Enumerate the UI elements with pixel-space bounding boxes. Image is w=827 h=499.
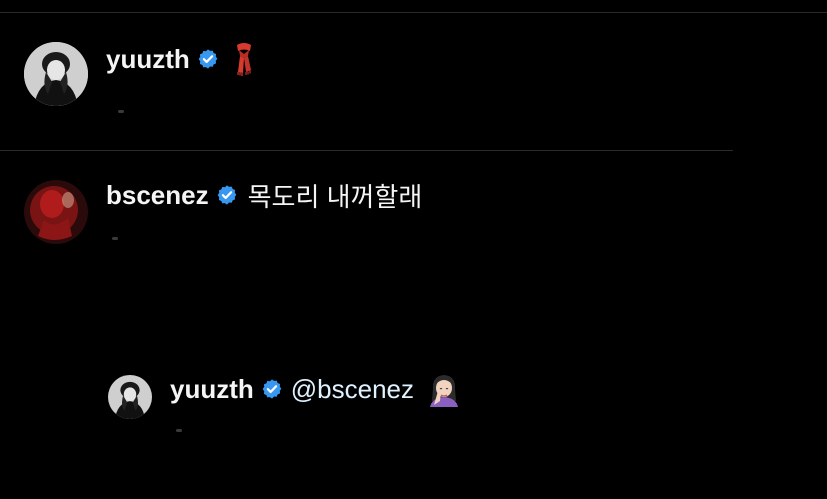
scarf-icon: [231, 42, 257, 76]
reply-meta: [176, 426, 192, 434]
avatar[interactable]: [24, 180, 88, 244]
comment-meta: [118, 106, 134, 116]
meta-placeholder: [112, 236, 118, 240]
verified-badge-icon: [216, 184, 238, 206]
comment-header: bscenez 목도리 내꺼할래: [106, 178, 422, 212]
meta-placeholder: [118, 109, 124, 113]
comment-yuuzth: yuuzth: [0, 0, 827, 150]
comment-meta: [112, 234, 128, 242]
verified-badge-icon: [261, 378, 283, 400]
username[interactable]: bscenez: [106, 180, 209, 211]
reply-yuuzth: yuuzth @bscenez: [0, 360, 827, 499]
reply-header: yuuzth @bscenez: [170, 371, 462, 407]
comment-header: yuuzth: [106, 42, 257, 76]
comment-text: 목도리 내꺼할래: [247, 181, 423, 212]
verified-badge-icon: [197, 48, 219, 70]
meta-placeholder: [176, 428, 182, 432]
avatar[interactable]: [108, 375, 152, 419]
username[interactable]: yuuzth: [170, 374, 254, 405]
avatar[interactable]: [24, 42, 88, 106]
comment-bscenez: bscenez 목도리 내꺼할래: [0, 150, 827, 350]
woman-facepalming-icon: [426, 371, 462, 407]
mention-link[interactable]: @bscenez: [291, 374, 414, 405]
username[interactable]: yuuzth: [106, 44, 190, 75]
